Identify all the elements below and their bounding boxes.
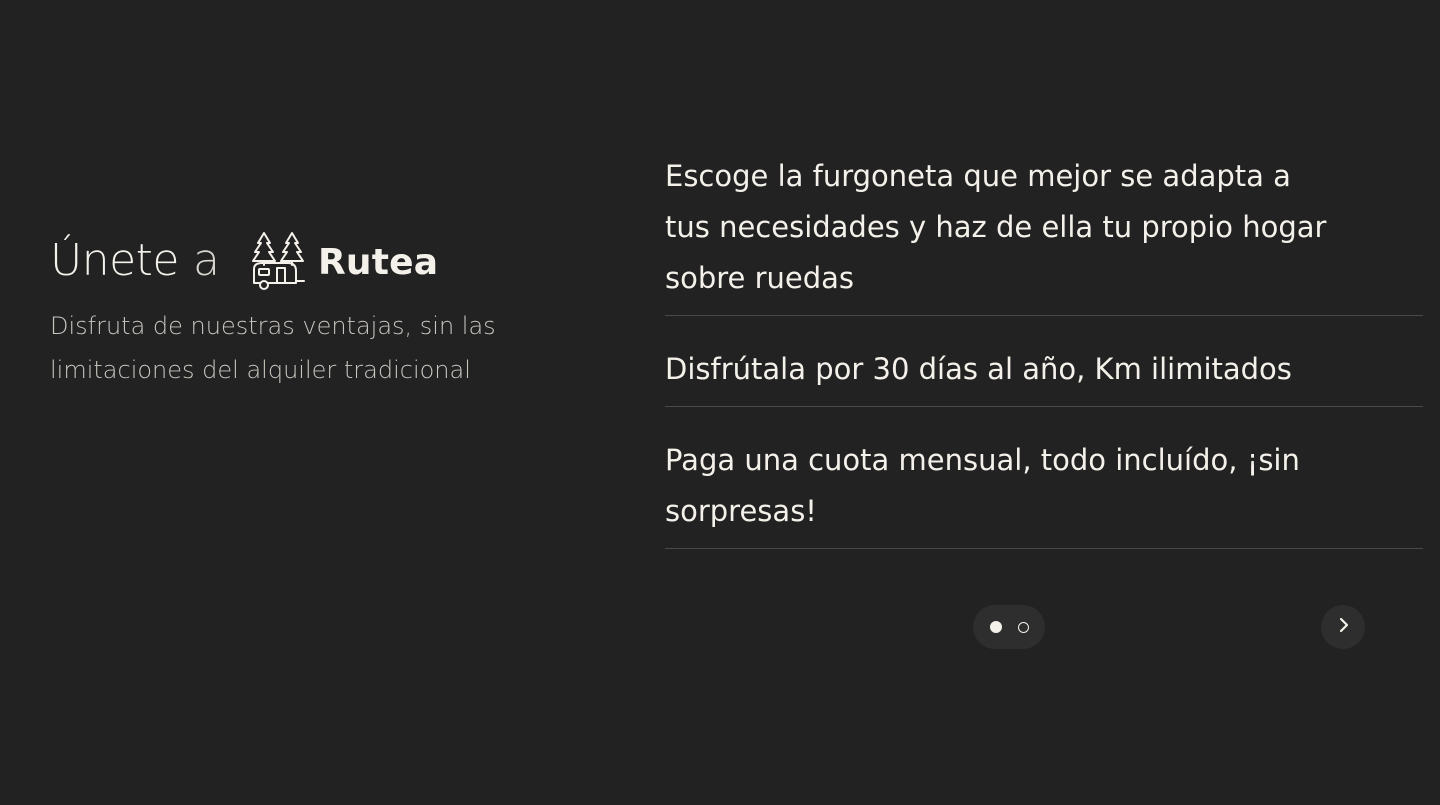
brand-name: Rutea xyxy=(317,241,439,283)
heading-text: Únete xyxy=(50,235,179,286)
intro-subtitle: Disfruta de nuestras ventajas, sin las l… xyxy=(50,312,496,384)
carousel-dot-2[interactable] xyxy=(1017,621,1029,633)
page: Únete a Rutea Disfruta de nuestras venta… xyxy=(0,0,1440,805)
trees-caravan-icon xyxy=(250,231,306,293)
heading-connector: a xyxy=(192,235,220,286)
brand-logo: Rutea xyxy=(250,231,438,293)
benefits-list: Escoge la furgoneta que mejor se adapta … xyxy=(665,151,1423,549)
intro-section: Únete a Rutea Disfruta de nuestras venta… xyxy=(50,228,570,392)
chevron-right-icon xyxy=(1336,617,1350,637)
benefit-item: Escoge la furgoneta que mejor se adapta … xyxy=(665,151,1423,316)
carousel-dot-1[interactable] xyxy=(989,621,1002,633)
benefit-item: Paga una cuota mensual, todo incluído, ¡… xyxy=(665,407,1423,549)
benefit-item: Disfrútala por 30 días al año, Km ilimit… xyxy=(665,316,1423,407)
carousel-pagination xyxy=(973,605,1045,649)
carousel-next-button[interactable] xyxy=(1321,605,1365,649)
intro-heading: Únete a Rutea xyxy=(50,228,570,294)
